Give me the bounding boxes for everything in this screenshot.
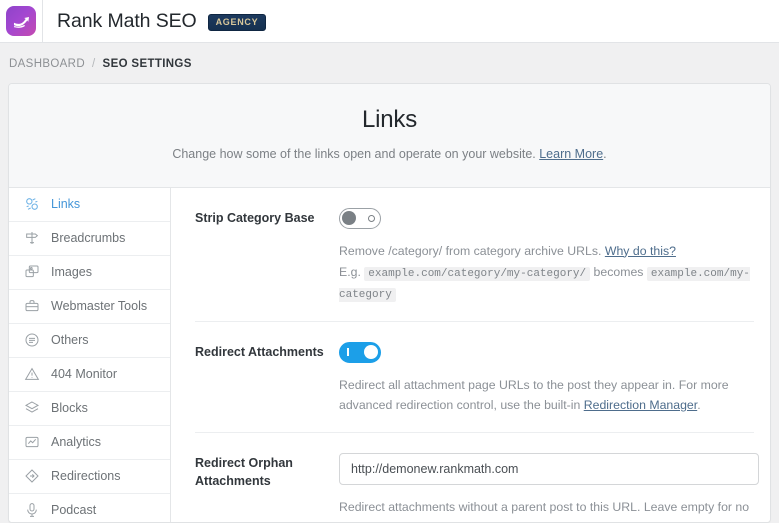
why-do-this-link[interactable]: Why do this?	[605, 244, 676, 258]
images-icon	[23, 264, 40, 281]
setting-description: Redirect attachments without a parent po…	[339, 498, 759, 523]
logo-cell	[0, 0, 43, 42]
sidebar-item-label: Links	[51, 197, 80, 211]
setting-description: Redirect all attachment page URLs to the…	[339, 376, 754, 416]
sidebar-item-breadcrumbs[interactable]: Breadcrumbs	[9, 222, 170, 256]
brand-area: Rank Math SEO AGENCY	[43, 0, 266, 42]
link-chain-icon	[23, 196, 40, 213]
setting-field: Redirect attachments without a parent po…	[339, 453, 759, 523]
setting-label: Redirect Attachments	[195, 342, 339, 416]
setting-label: Redirect Orphan Attachments	[195, 453, 339, 523]
setting-redirect-attachments: Redirect Attachments Redirect all attach…	[195, 322, 754, 433]
setting-redirect-orphan-attachments: Redirect Orphan Attachments Redirect att…	[195, 433, 754, 523]
sidebar-item-redirections[interactable]: Redirections	[9, 460, 170, 494]
sidebar-item-blocks[interactable]: Blocks	[9, 392, 170, 426]
redirect-orphan-attachments-input[interactable]	[339, 453, 759, 485]
sidebar-item-label: Webmaster Tools	[51, 299, 147, 313]
section-description: Change how some of the links open and op…	[29, 146, 750, 164]
signpost-icon	[23, 230, 40, 247]
description-text: Remove /category/ from category archive …	[339, 244, 605, 258]
sidebar-item-label: Podcast	[51, 503, 96, 517]
setting-description: Remove /category/ from category archive …	[339, 242, 754, 306]
toggle-knob	[364, 345, 378, 359]
toggle-indicator	[368, 215, 375, 222]
sidebar-item-links[interactable]: Links	[9, 188, 170, 222]
sidebar-item-podcast[interactable]: Podcast	[9, 494, 170, 523]
setting-label: Strip Category Base	[195, 208, 339, 306]
rank-math-logo-icon	[6, 6, 36, 36]
setting-field: Remove /category/ from category archive …	[339, 208, 754, 306]
settings-sidebar: Links Breadcrumbs Images Webmaster Tools	[9, 188, 171, 523]
settings-card: Links Change how some of the links open …	[8, 83, 771, 523]
example-middle: becomes	[590, 265, 647, 279]
sidebar-item-analytics[interactable]: Analytics	[9, 426, 170, 460]
redirect-attachments-toggle[interactable]	[339, 342, 381, 363]
learn-more-link[interactable]: Learn More	[539, 147, 603, 161]
card-body: Links Breadcrumbs Images Webmaster Tools	[9, 188, 770, 523]
list-circle-icon	[23, 332, 40, 349]
example-code-from: example.com/category/my-category/	[364, 267, 590, 281]
example-line: E.g. example.com/category/my-category/ b…	[339, 263, 754, 305]
sidebar-item-404-monitor[interactable]: 404 Monitor	[9, 358, 170, 392]
example-prefix: E.g.	[339, 265, 364, 279]
sidebar-item-label: Others	[51, 333, 89, 347]
sidebar-item-label: Analytics	[51, 435, 101, 449]
blocks-icon	[23, 400, 40, 417]
breadcrumb: DASHBOARD / SEO SETTINGS	[0, 43, 779, 84]
breadcrumb-current: SEO SETTINGS	[103, 58, 192, 70]
sidebar-item-label: Redirections	[51, 469, 120, 483]
breadcrumb-dashboard-link[interactable]: DASHBOARD	[9, 58, 85, 70]
setting-field: Redirect all attachment page URLs to the…	[339, 342, 754, 416]
warning-icon	[23, 366, 40, 383]
agency-badge: AGENCY	[208, 14, 267, 31]
sidebar-item-images[interactable]: Images	[9, 256, 170, 290]
sidebar-item-others[interactable]: Others	[9, 324, 170, 358]
sidebar-item-label: Blocks	[51, 401, 88, 415]
app-header: Rank Math SEO AGENCY	[0, 0, 779, 43]
breadcrumb-separator: /	[92, 58, 96, 70]
strip-category-base-toggle[interactable]	[339, 208, 381, 229]
toggle-indicator	[347, 348, 349, 356]
card-header: Links Change how some of the links open …	[9, 84, 770, 188]
page-title: Rank Math SEO	[57, 10, 197, 33]
setting-strip-category-base: Strip Category Base Remove /category/ fr…	[195, 188, 754, 323]
section-description-text: Change how some of the links open and op…	[172, 147, 539, 161]
description-period: .	[697, 398, 700, 412]
microphone-icon	[23, 502, 40, 519]
section-description-period: .	[603, 147, 606, 161]
toggle-knob	[342, 211, 356, 225]
sidebar-item-label: Images	[51, 265, 92, 279]
sidebar-item-label: 404 Monitor	[51, 367, 117, 381]
redirection-manager-link[interactable]: Redirection Manager	[584, 398, 697, 412]
settings-pane: Strip Category Base Remove /category/ fr…	[171, 188, 770, 523]
section-title: Links	[29, 106, 750, 134]
sidebar-item-label: Breadcrumbs	[51, 231, 125, 245]
sidebar-item-webmaster-tools[interactable]: Webmaster Tools	[9, 290, 170, 324]
chart-icon	[23, 434, 40, 451]
redirect-icon	[23, 468, 40, 485]
toolbox-icon	[23, 298, 40, 315]
